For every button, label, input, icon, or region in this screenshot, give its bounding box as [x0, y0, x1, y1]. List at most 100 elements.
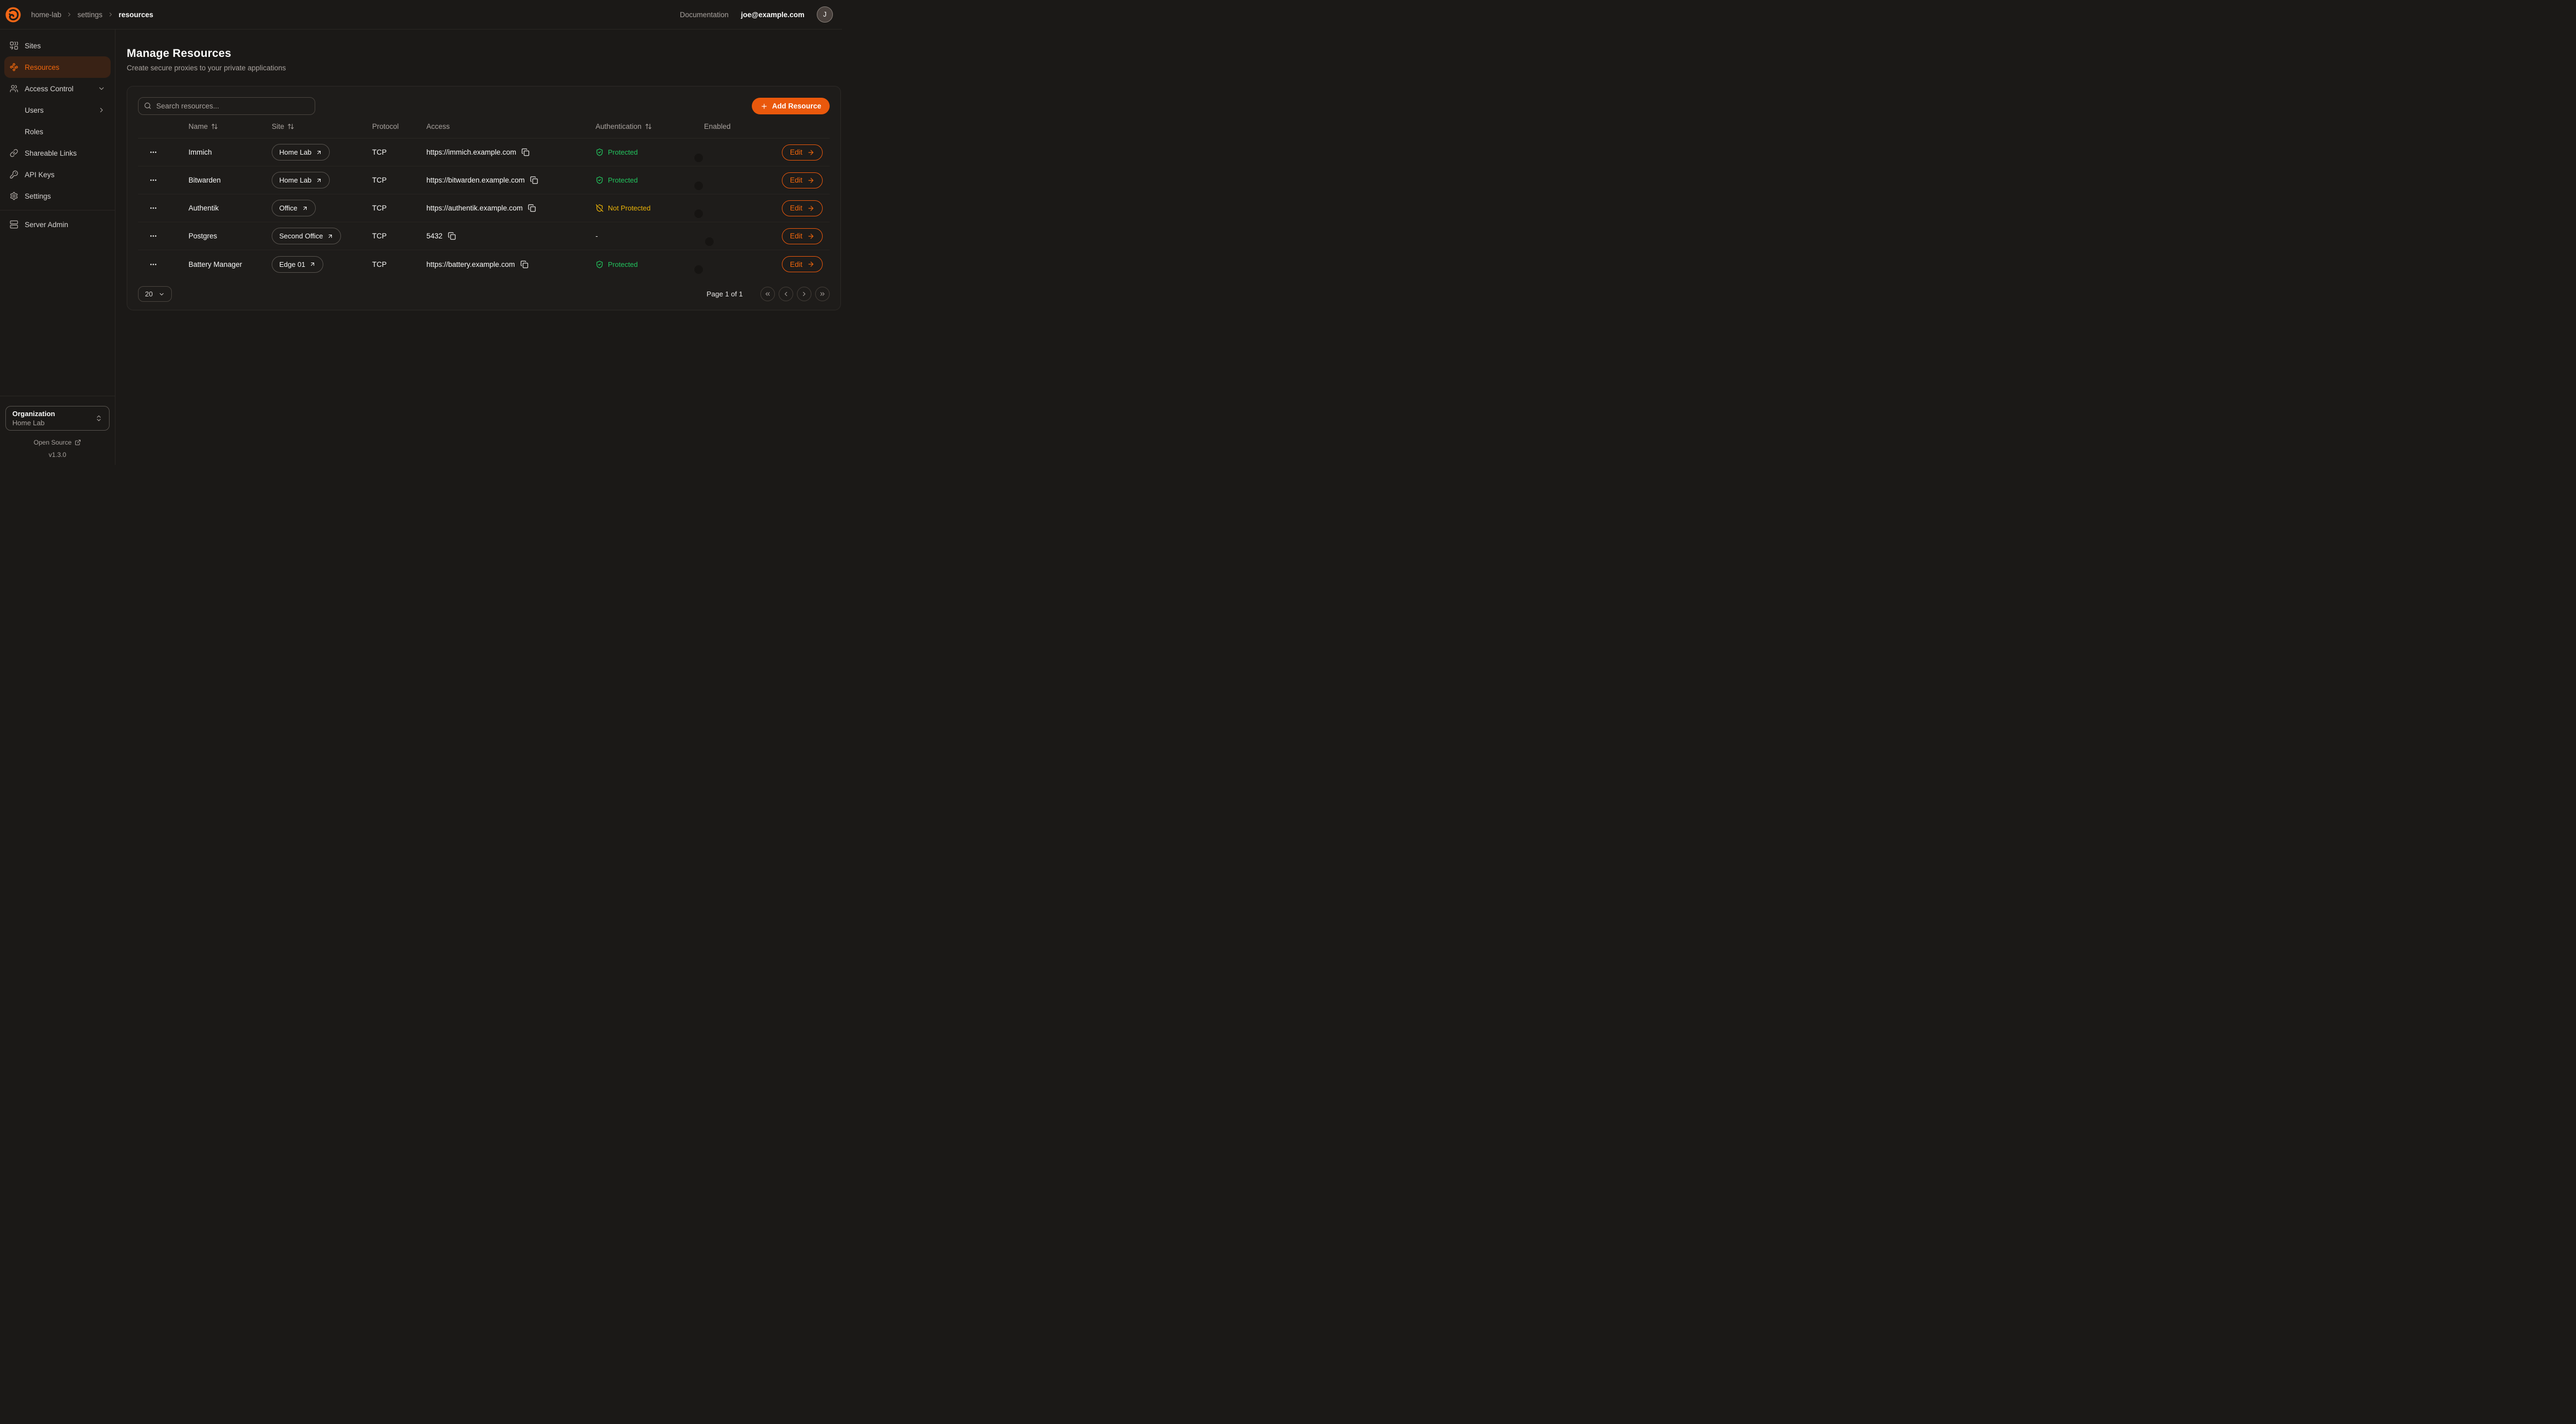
breadcrumb-org[interactable]: home-lab	[31, 11, 61, 19]
ellipsis-icon	[149, 260, 157, 268]
page-indicator: Page 1 of 1	[707, 290, 743, 298]
user-email[interactable]: joe@example.com	[741, 11, 804, 19]
table-row: Battery Manager Edge 01 TCP https://batt…	[138, 250, 830, 278]
sidebar-item-label: API Keys	[25, 171, 55, 179]
column-header-authentication[interactable]: Authentication	[596, 122, 704, 130]
edit-button[interactable]: Edit	[782, 172, 823, 188]
edit-button[interactable]: Edit	[782, 200, 823, 216]
sort-icon	[287, 123, 294, 130]
row-menu-button[interactable]	[138, 176, 188, 184]
sidebar-item-settings[interactable]: Settings	[4, 185, 111, 207]
sidebar-item-roles[interactable]: Roles	[4, 121, 111, 142]
search-input[interactable]	[138, 97, 315, 115]
edit-button[interactable]: Edit	[782, 228, 823, 244]
avatar-initial: J	[823, 11, 826, 18]
link-icon	[10, 149, 18, 157]
copy-button[interactable]	[530, 176, 538, 184]
row-menu-button[interactable]	[138, 148, 188, 156]
shield-check-icon	[596, 176, 604, 184]
toggle-knob	[694, 154, 703, 162]
copy-button[interactable]	[520, 260, 528, 268]
avatar[interactable]: J	[817, 6, 833, 23]
arrow-right-icon	[807, 149, 815, 156]
app-version: v1.3.0	[0, 451, 115, 459]
breadcrumb-resources: resources	[119, 11, 154, 19]
chevrons-up-down-icon	[95, 415, 103, 422]
last-page-button[interactable]	[815, 287, 830, 301]
site-link-badge[interactable]: Second Office	[272, 228, 341, 244]
main-content: Manage Resources Create secure proxies t…	[115, 30, 853, 465]
topbar: home-lab settings resources Documentatio…	[0, 0, 842, 30]
next-page-button[interactable]	[797, 287, 811, 301]
edit-button[interactable]: Edit	[782, 144, 823, 161]
column-header-name[interactable]: Name	[188, 122, 272, 130]
sidebar-item-shareable-links[interactable]: Shareable Links	[4, 142, 111, 164]
shield-check-icon	[596, 260, 604, 268]
copy-button[interactable]	[448, 232, 456, 240]
auth-status-label: Protected	[608, 176, 638, 184]
sidebar-item-resources[interactable]: Resources	[4, 56, 111, 78]
site-link-badge[interactable]: Home Lab	[272, 172, 330, 188]
column-header-site[interactable]: Site	[272, 122, 372, 130]
previous-page-button[interactable]	[779, 287, 793, 301]
ellipsis-icon	[149, 204, 157, 212]
copy-button[interactable]	[521, 148, 529, 156]
sort-icon	[645, 123, 652, 130]
org-selector[interactable]: Organization Home Lab	[5, 406, 110, 431]
add-resource-button[interactable]: Add Resource	[752, 98, 830, 114]
sidebar-item-api-keys[interactable]: API Keys	[4, 164, 111, 185]
ellipsis-icon	[149, 148, 157, 156]
resource-protocol: TCP	[372, 260, 426, 268]
sidebar-item-label: Users	[25, 106, 43, 114]
copy-icon	[521, 148, 529, 156]
site-link-badge[interactable]: Edge 01	[272, 256, 323, 273]
page-size-select[interactable]: 20	[138, 286, 172, 302]
arrow-right-icon	[807, 260, 815, 268]
plus-icon	[760, 103, 768, 110]
chevron-right-icon	[107, 11, 114, 18]
users-icon	[10, 84, 18, 93]
row-menu-button[interactable]	[138, 260, 188, 268]
sidebar-item-label: Resources	[25, 63, 60, 71]
copy-icon	[530, 176, 538, 184]
page-size-value: 20	[145, 290, 153, 298]
copy-button[interactable]	[528, 204, 536, 212]
resources-card: Add Resource Name Site Protocol Access	[127, 86, 841, 310]
auth-status-label: Protected	[608, 260, 638, 268]
resource-access-url: 5432	[426, 232, 442, 240]
site-link-badge[interactable]: Home Lab	[272, 144, 330, 161]
resource-name: Postgres	[188, 232, 272, 240]
open-source-link[interactable]: Open Source	[0, 439, 115, 446]
arrow-up-right-icon	[302, 205, 308, 212]
app-logo-icon[interactable]	[5, 6, 21, 23]
arrow-right-icon	[807, 205, 815, 212]
copy-icon	[448, 232, 456, 240]
column-header-enabled: Enabled	[704, 122, 782, 130]
sidebar-item-label: Roles	[25, 128, 43, 136]
sidebar-item-label: Sites	[25, 42, 41, 50]
sidebar-item-access-control[interactable]: Access Control	[4, 78, 111, 99]
site-name: Second Office	[279, 232, 323, 240]
ellipsis-icon	[149, 232, 157, 240]
sidebar-item-sites[interactable]: Sites	[4, 35, 111, 56]
breadcrumb-settings[interactable]: settings	[77, 11, 103, 19]
resource-protocol: TCP	[372, 148, 426, 156]
edit-button[interactable]: Edit	[782, 256, 823, 272]
arrow-right-icon	[807, 177, 815, 184]
row-menu-button[interactable]	[138, 204, 188, 212]
add-resource-label: Add Resource	[772, 102, 822, 110]
sidebar-item-users[interactable]: Users	[4, 99, 111, 121]
resource-name: Battery Manager	[188, 260, 272, 268]
documentation-link[interactable]: Documentation	[680, 11, 729, 19]
table-row: Bitwarden Home Lab TCP https://bitwarden…	[138, 166, 830, 194]
row-menu-button[interactable]	[138, 232, 188, 240]
auth-status-label: -	[596, 232, 598, 240]
resources-icon	[10, 63, 18, 71]
site-link-badge[interactable]: Office	[272, 200, 316, 216]
chevron-down-icon	[98, 85, 105, 92]
first-page-button[interactable]	[760, 287, 775, 301]
sidebar-item-server-admin[interactable]: Server Admin	[4, 214, 111, 235]
site-name: Home Lab	[279, 176, 311, 184]
resource-access-url: https://battery.example.com	[426, 260, 515, 268]
site-name: Edge 01	[279, 260, 305, 268]
